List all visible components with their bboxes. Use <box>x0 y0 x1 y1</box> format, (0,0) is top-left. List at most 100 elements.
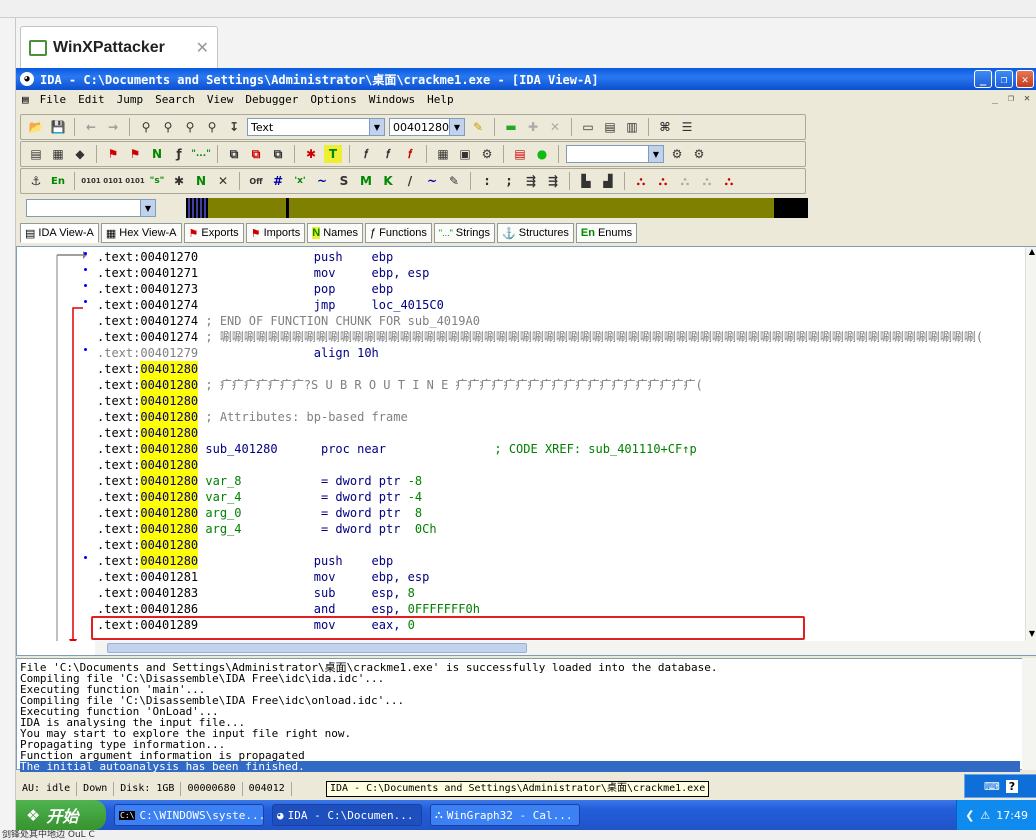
segment-icon[interactable]: S <box>335 172 353 190</box>
segments-icon[interactable]: ⧉ <box>225 145 243 163</box>
output-scrollbar[interactable] <box>1022 658 1036 770</box>
save-icon[interactable]: 💾 <box>49 118 67 136</box>
disasm-line[interactable]: .text: 00401281 mov ebp, esp <box>97 569 429 585</box>
chip-icon[interactable]: ▣ <box>456 145 474 163</box>
list-icon[interactable]: ☰ <box>678 118 696 136</box>
menu-file[interactable]: File <box>39 93 68 106</box>
hex-view-icon[interactable]: ▦ <box>49 145 67 163</box>
window-layout-icon[interactable]: ▤ <box>601 118 619 136</box>
disasm-line[interactable]: .text: 00401280 <box>97 361 199 377</box>
tab-structures[interactable]: ⚓ Structures <box>497 223 574 243</box>
struct-icon[interactable]: ⇶ <box>522 172 540 190</box>
colon-icon[interactable]: : <box>478 172 496 190</box>
output-window[interactable]: File 'C:\Documents and Settings\Administ… <box>16 658 1036 772</box>
horizontal-scrollbar[interactable] <box>95 641 1036 655</box>
disasm-line[interactable]: .text: 00401271 mov ebp, esp <box>97 265 429 281</box>
char-icon[interactable]: 'x' <box>291 172 309 190</box>
calc-icon[interactable]: ▦ <box>434 145 452 163</box>
mdi-restore-icon[interactable]: ❐ <box>1004 92 1018 105</box>
disasm-line[interactable]: .text: 00401280 <box>97 393 199 409</box>
search-type-select[interactable]: Text ▼ <box>247 118 385 136</box>
disasm-line[interactable]: .text: 00401274 ; END OF FUNCTION CHUNK F… <box>97 313 480 329</box>
flowchart-icon[interactable]: ⛬ <box>632 172 650 190</box>
back-icon[interactable]: ← <box>82 118 100 136</box>
tab-imports[interactable]: ⚑ Imports <box>245 223 306 243</box>
tab-exports[interactable]: ⚑ Exports <box>183 223 244 243</box>
task-ida[interactable]: ◕ IDA - C:\Documen... <box>272 804 422 826</box>
flowchart-icon[interactable]: ⛬ <box>720 172 738 190</box>
jump-icon[interactable]: ↧ <box>225 118 243 136</box>
address-select[interactable]: 00401280 ▼ <box>389 118 465 136</box>
tab-functions[interactable]: ƒ Functions <box>365 223 432 243</box>
scroll-up-icon[interactable]: ▲ <box>1026 247 1036 259</box>
disassembly-view[interactable]: .text: 00401270 push ebp .text: 00401271 mo… <box>16 246 1036 656</box>
menu-windows[interactable]: Windows <box>368 93 416 106</box>
flowchart-icon[interactable]: ⛬ <box>676 172 694 190</box>
offset-icon[interactable]: Off <box>247 172 265 190</box>
disasm-line[interactable]: .text: 00401280 push ebp <box>97 553 393 569</box>
disasm-line[interactable]: .text: 00401280 <box>97 457 199 473</box>
vm-tab[interactable]: WinXPattacker ✕ <box>20 26 218 68</box>
minus-icon[interactable]: ▬ <box>502 118 520 136</box>
breakpoint-icon[interactable]: ✱ <box>302 145 320 163</box>
negate-icon[interactable]: ~ <box>313 172 331 190</box>
segments-icon[interactable]: ⧉ <box>269 145 287 163</box>
tab-ida-view[interactable]: ▤ IDA View-A <box>20 223 99 243</box>
mdi-minimize-icon[interactable]: _ <box>988 92 1002 105</box>
binoculars-icon[interactable]: ⚲ <box>137 118 155 136</box>
function-delete-icon[interactable]: 𝑓 <box>401 145 419 163</box>
code-icon[interactable]: ⚑ <box>104 145 122 163</box>
find-next-icon[interactable]: ⚲ <box>159 118 177 136</box>
menu-edit[interactable]: Edit <box>77 93 106 106</box>
asterisk-icon[interactable]: ✱ <box>170 172 188 190</box>
data-icon[interactable]: ⚑ <box>126 145 144 163</box>
comment-icon[interactable]: / <box>401 172 419 190</box>
number-icon[interactable]: # <box>269 172 287 190</box>
plus-icon[interactable]: ✚ <box>524 118 542 136</box>
function-icon[interactable]: 𝑓 <box>357 145 375 163</box>
menu-jump[interactable]: Jump <box>116 93 145 106</box>
data-type-icon[interactable]: 0101 <box>103 172 122 190</box>
close-button[interactable]: ✕ <box>1016 70 1034 88</box>
cross-icon[interactable]: ✕ <box>546 118 564 136</box>
maximize-button[interactable]: ❐ <box>995 70 1013 88</box>
open-icon[interactable]: 📂 <box>27 118 45 136</box>
tab-names[interactable]: N Names <box>307 223 364 243</box>
disasm-line[interactable]: .text: 00401283 sub esp, 8 <box>97 585 415 601</box>
disasm-line[interactable]: .text: 00401280 ; 疒疒疒疒疒疒疒?S U B R O U T I… <box>97 377 703 393</box>
vertical-scrollbar[interactable]: ▲ ▼ <box>1025 247 1036 641</box>
function-edit-icon[interactable]: 𝑓 <box>379 145 397 163</box>
menu-search[interactable]: Search <box>154 93 196 106</box>
manual-icon[interactable]: M <box>357 172 375 190</box>
notes-icon[interactable]: ▤ <box>511 145 529 163</box>
chart-icon[interactable]: ▙ <box>577 172 595 190</box>
tab-hex-view[interactable]: ▦ Hex View-A <box>100 223 182 243</box>
disasm-line[interactable]: .text: 00401280 arg_4 = dword ptr 0Ch <box>97 521 437 537</box>
disasm-line[interactable]: .text: 00401274 ; 唰唰唰唰唰唰唰唰唰唰唰唰唰唰唰唰唰唰唰唰唰唰唰… <box>97 329 983 345</box>
tray-expand-icon[interactable]: ❮ <box>965 809 974 822</box>
en-icon[interactable]: En <box>49 172 67 190</box>
disasm-line[interactable]: .text: 00401273 pop ebp <box>97 281 393 297</box>
chart-icon[interactable]: ▟ <box>599 172 617 190</box>
menu-debugger[interactable]: Debugger <box>244 93 299 106</box>
task-wingraph[interactable]: ⛬ WinGraph32 - Cal... <box>430 804 580 826</box>
disasm-line[interactable]: .text: 00401280 <box>97 537 199 553</box>
diamond-icon[interactable]: ◆ <box>71 145 89 163</box>
disasm-line[interactable]: .text: 00401279 align 10h <box>97 345 379 361</box>
window-layout-icon[interactable]: ▭ <box>579 118 597 136</box>
flowchart-icon[interactable]: ⛬ <box>654 172 672 190</box>
gear-icon[interactable]: ⚙ <box>478 145 496 163</box>
code-type-icon[interactable]: 0101 <box>81 172 100 190</box>
disasm-line[interactable]: .text: 00401280 ; Attributes: bp-based fr… <box>97 409 408 425</box>
tab-enums[interactable]: En Enums <box>575 223 638 243</box>
navigation-band[interactable] <box>186 198 808 218</box>
disasm-line[interactable]: .text: 00401280 <box>97 425 199 441</box>
string-type-icon[interactable]: "s" <box>148 172 166 190</box>
scroll-thumb[interactable] <box>107 643 527 653</box>
debugger-select[interactable]: ▼ <box>566 145 664 163</box>
disasm-line[interactable]: .text: 00401280 sub_401280 proc near ; CO… <box>97 441 697 457</box>
start-button[interactable]: ❖ 开始 <box>16 800 106 830</box>
string-icon[interactable]: "..." <box>191 145 211 163</box>
disasm-line[interactable]: .text: 00401286 and esp, 0FFFFFFF0h <box>97 601 480 617</box>
task-cmd[interactable]: C:\ C:\WINDOWS\syste... <box>114 804 264 826</box>
